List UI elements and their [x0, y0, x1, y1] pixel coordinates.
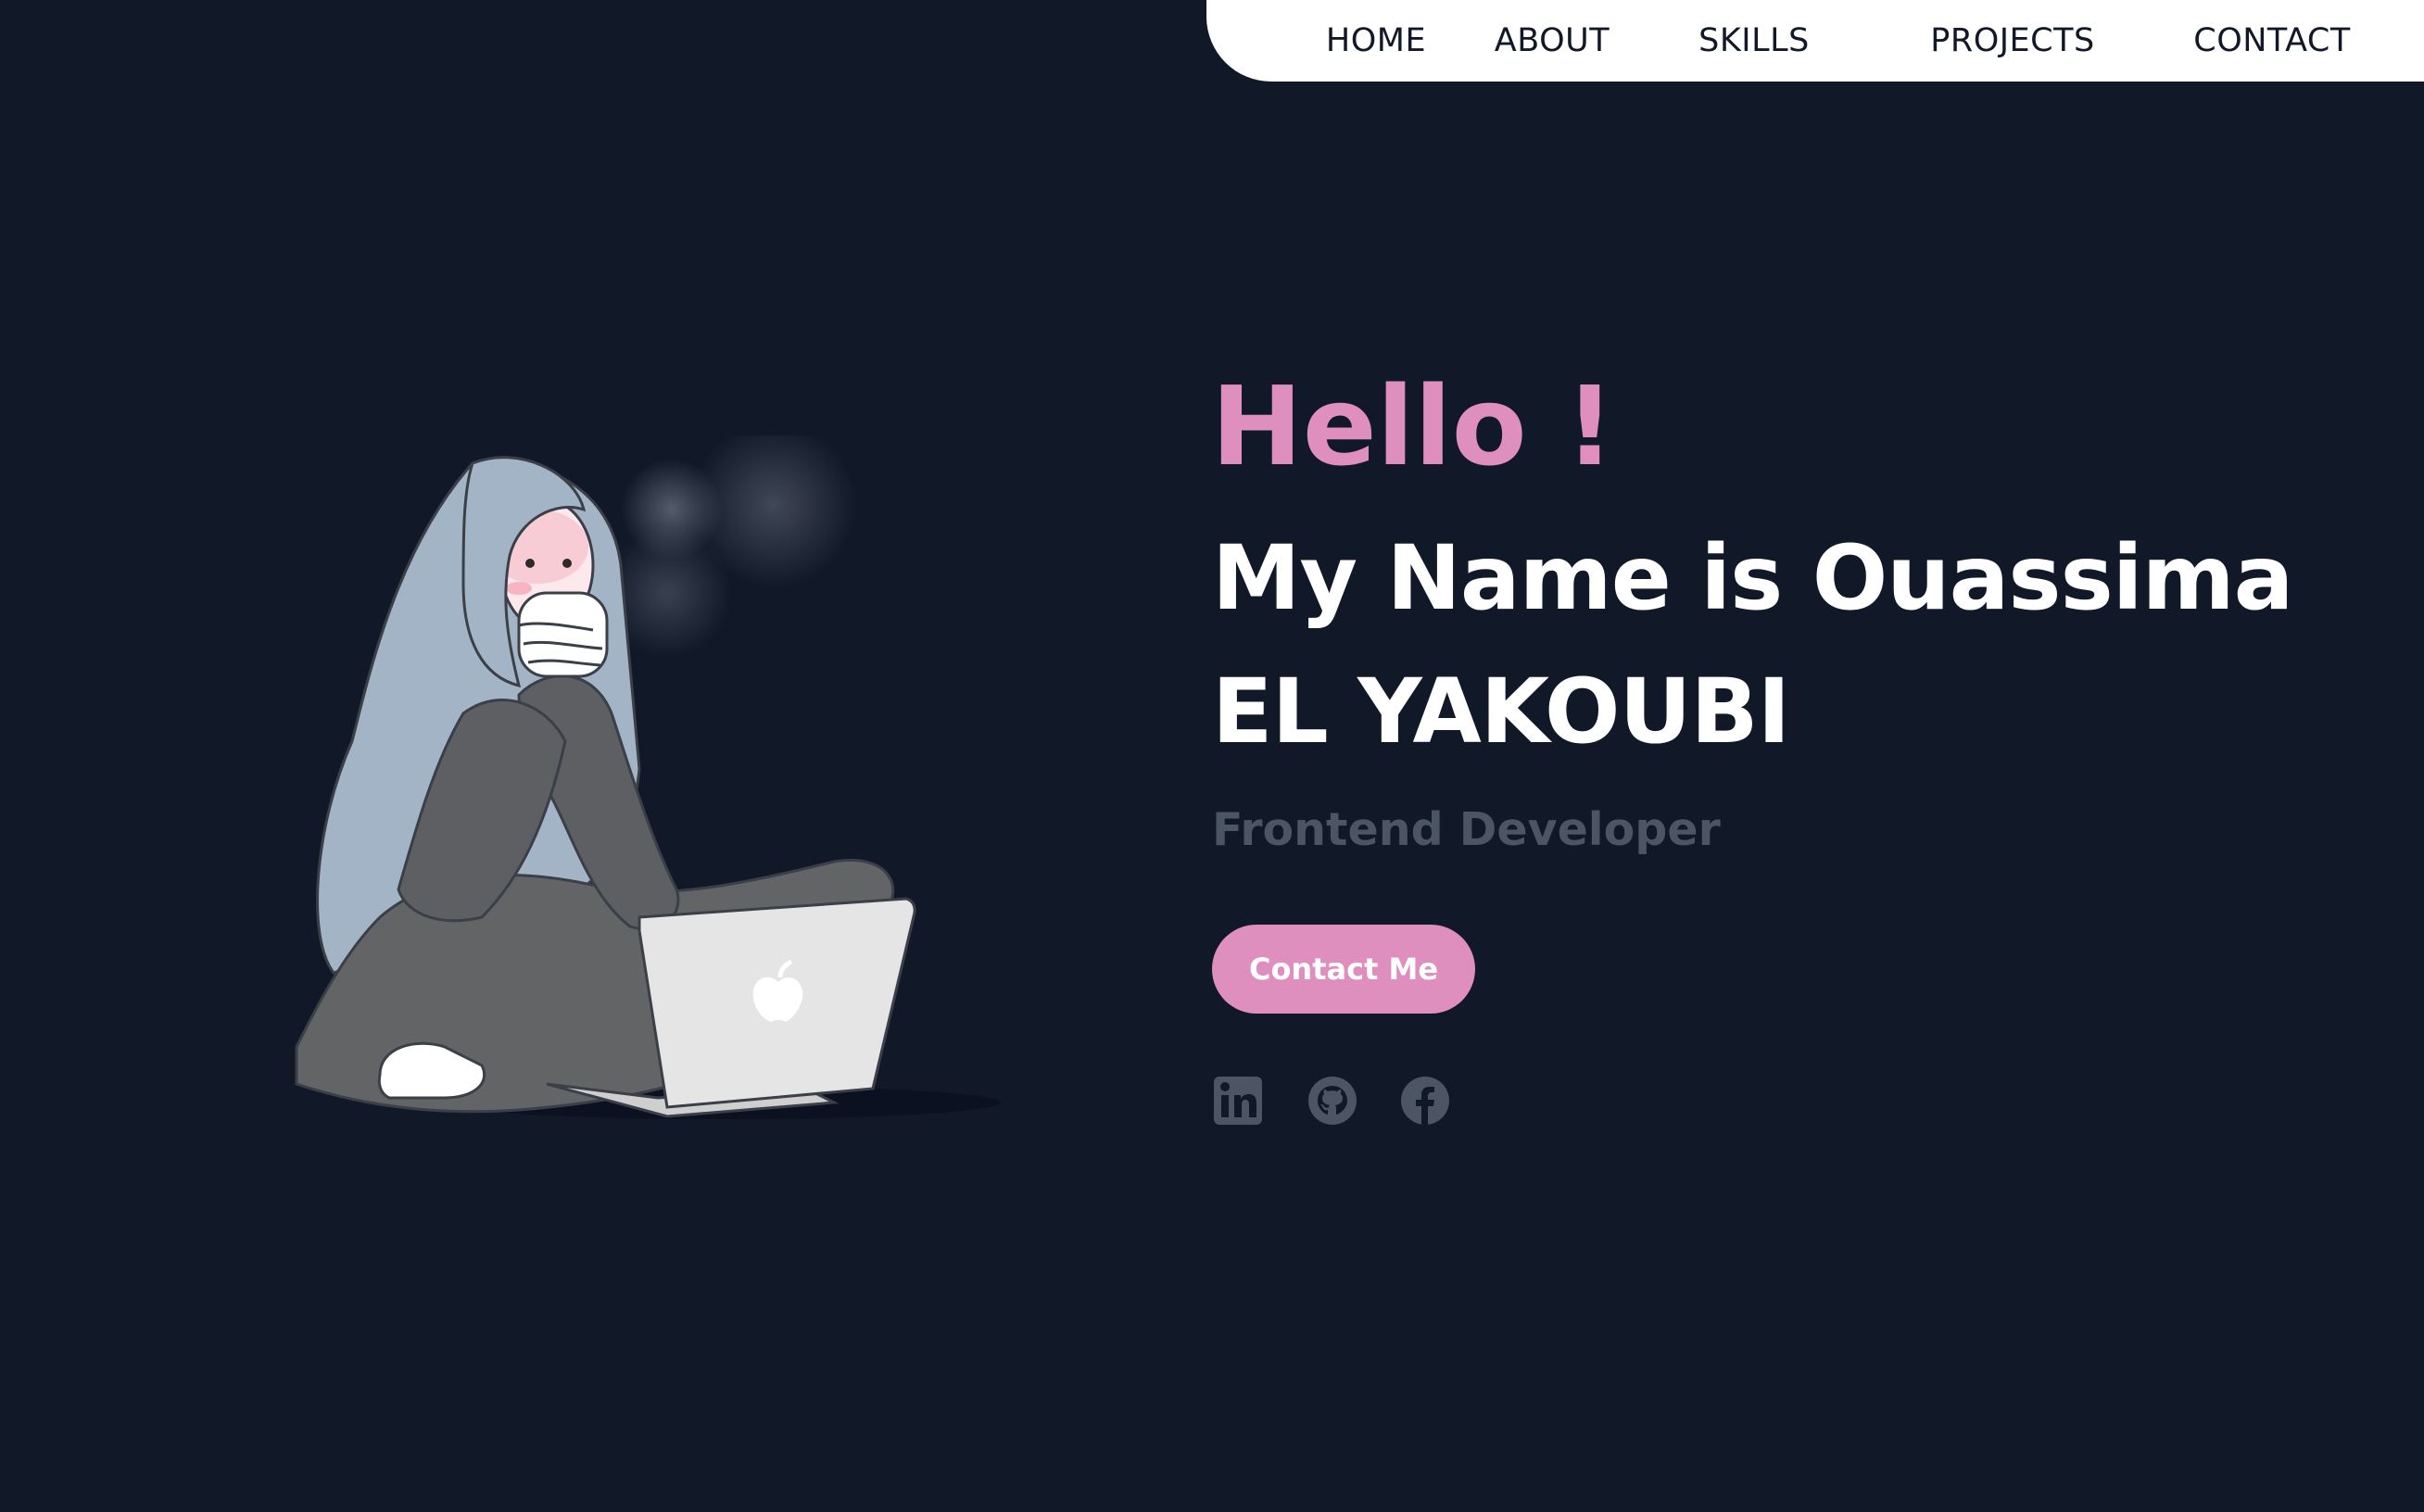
greeting-heading: Hello ! — [1211, 362, 1615, 490]
top-navigation: HOME ABOUT SKILLS PROJECTS CONTACT — [1206, 0, 2424, 82]
nav-item-contact[interactable]: CONTACT — [2152, 0, 2392, 82]
developer-illustration — [241, 435, 1038, 1158]
linkedin-icon[interactable] — [1212, 1075, 1264, 1127]
name-heading: My Name is Ouassima EL YAKOUBI — [1212, 526, 2293, 763]
nav-item-about[interactable]: ABOUT — [1492, 0, 1612, 82]
nav-item-home[interactable]: HOME — [1302, 0, 1450, 82]
role-subtitle: Frontend Developer — [1212, 803, 1721, 856]
contact-me-button[interactable]: Contact Me — [1212, 925, 1475, 1014]
nav-item-skills[interactable]: SKILLS — [1694, 0, 1814, 82]
hero-page: HOME ABOUT SKILLS PROJECTS CONTACT Hello… — [0, 0, 2424, 1512]
github-icon[interactable] — [1307, 1075, 1358, 1127]
facebook-icon[interactable] — [1399, 1075, 1451, 1127]
nav-item-projects[interactable]: PROJECTS — [1892, 0, 2133, 82]
